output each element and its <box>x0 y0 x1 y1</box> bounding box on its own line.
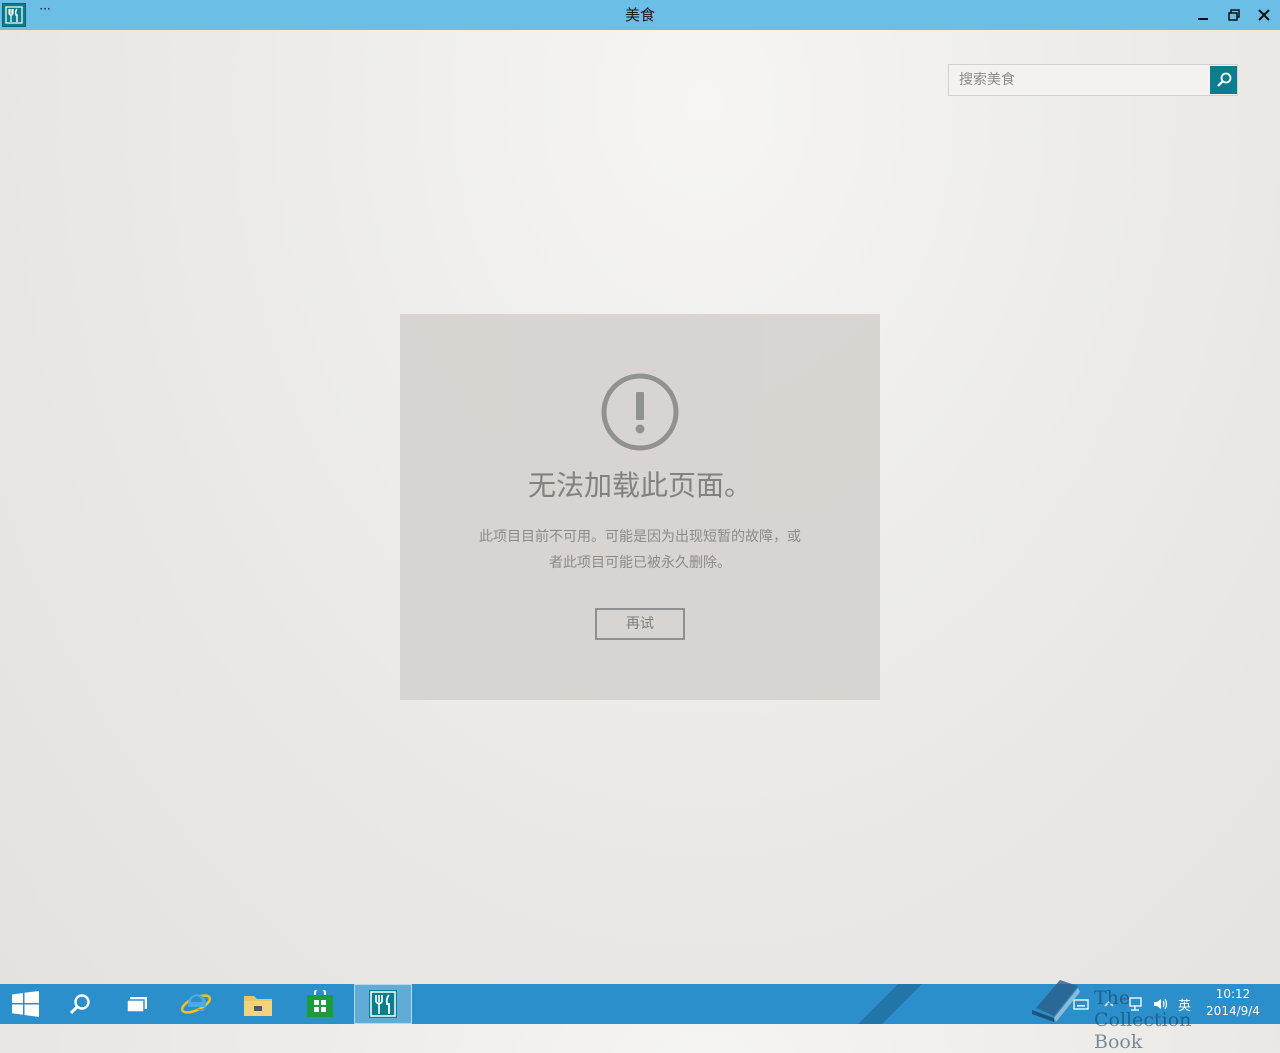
taskbar-search-button[interactable] <box>52 984 110 1024</box>
error-description-line: 者此项目可能已被永久删除。 <box>549 555 731 571</box>
retry-button[interactable]: 再试 <box>595 608 685 640</box>
input-language-indicator[interactable]: 英 <box>1178 995 1191 1014</box>
close-button[interactable] <box>1249 0 1279 30</box>
restore-icon <box>1228 9 1240 21</box>
start-button[interactable] <box>0 984 58 1024</box>
title-bar: ··· 美食 <box>0 0 1280 30</box>
food-app-icon <box>369 990 397 1018</box>
minimize-icon <box>1198 18 1208 20</box>
restore-button[interactable] <box>1219 0 1249 30</box>
clock-date: 2014/9/4 <box>1206 1004 1260 1018</box>
windows-logo-icon <box>12 991 39 1017</box>
warning-icon <box>601 373 679 451</box>
show-hidden-icons-icon[interactable] <box>1101 996 1117 1012</box>
internet-explorer-button[interactable] <box>168 984 226 1024</box>
taskbar-decoration <box>858 984 922 1024</box>
taskbar: 英 The Collection Book 10:12 2014/9/4 <box>0 984 1280 1053</box>
search-icon <box>1217 72 1232 87</box>
error-title: 无法加载此页面。 <box>527 469 752 502</box>
folder-icon <box>244 996 272 1016</box>
clock[interactable]: 10:12 2014/9/4 <box>1198 986 1268 1020</box>
task-view-icon <box>126 997 147 1013</box>
network-icon[interactable] <box>1127 996 1143 1012</box>
store-button[interactable] <box>291 984 349 1024</box>
close-icon <box>1258 9 1270 21</box>
error-description: 此项目目前不可用。可能是因为出现短暂的故障，或 者此项目可能已被永久删除。 <box>460 524 820 576</box>
window-title: 美食 <box>624 6 655 24</box>
error-description-line: 此项目目前不可用。可能是因为出现短暂的故障，或 <box>479 529 801 545</box>
store-icon <box>307 990 333 1017</box>
search-box <box>948 64 1238 96</box>
volume-icon[interactable] <box>1152 996 1168 1012</box>
search-input[interactable] <box>949 65 1207 95</box>
search-icon <box>69 994 90 1015</box>
app-commands-button[interactable]: ··· <box>38 3 52 18</box>
task-view-button[interactable] <box>108 984 166 1024</box>
food-app-taskbar-button[interactable] <box>354 984 412 1024</box>
minimize-button[interactable] <box>1188 0 1218 30</box>
food-app-icon <box>2 3 26 27</box>
clock-time: 10:12 <box>1215 987 1251 1001</box>
error-panel: 无法加载此页面。 此项目目前不可用。可能是因为出现短暂的故障，或 者此项目可能已… <box>400 314 880 700</box>
internet-explorer-icon <box>180 994 212 1014</box>
search-button[interactable] <box>1210 66 1237 94</box>
keyboard-icon[interactable] <box>1073 996 1089 1012</box>
file-explorer-button[interactable] <box>229 984 287 1024</box>
